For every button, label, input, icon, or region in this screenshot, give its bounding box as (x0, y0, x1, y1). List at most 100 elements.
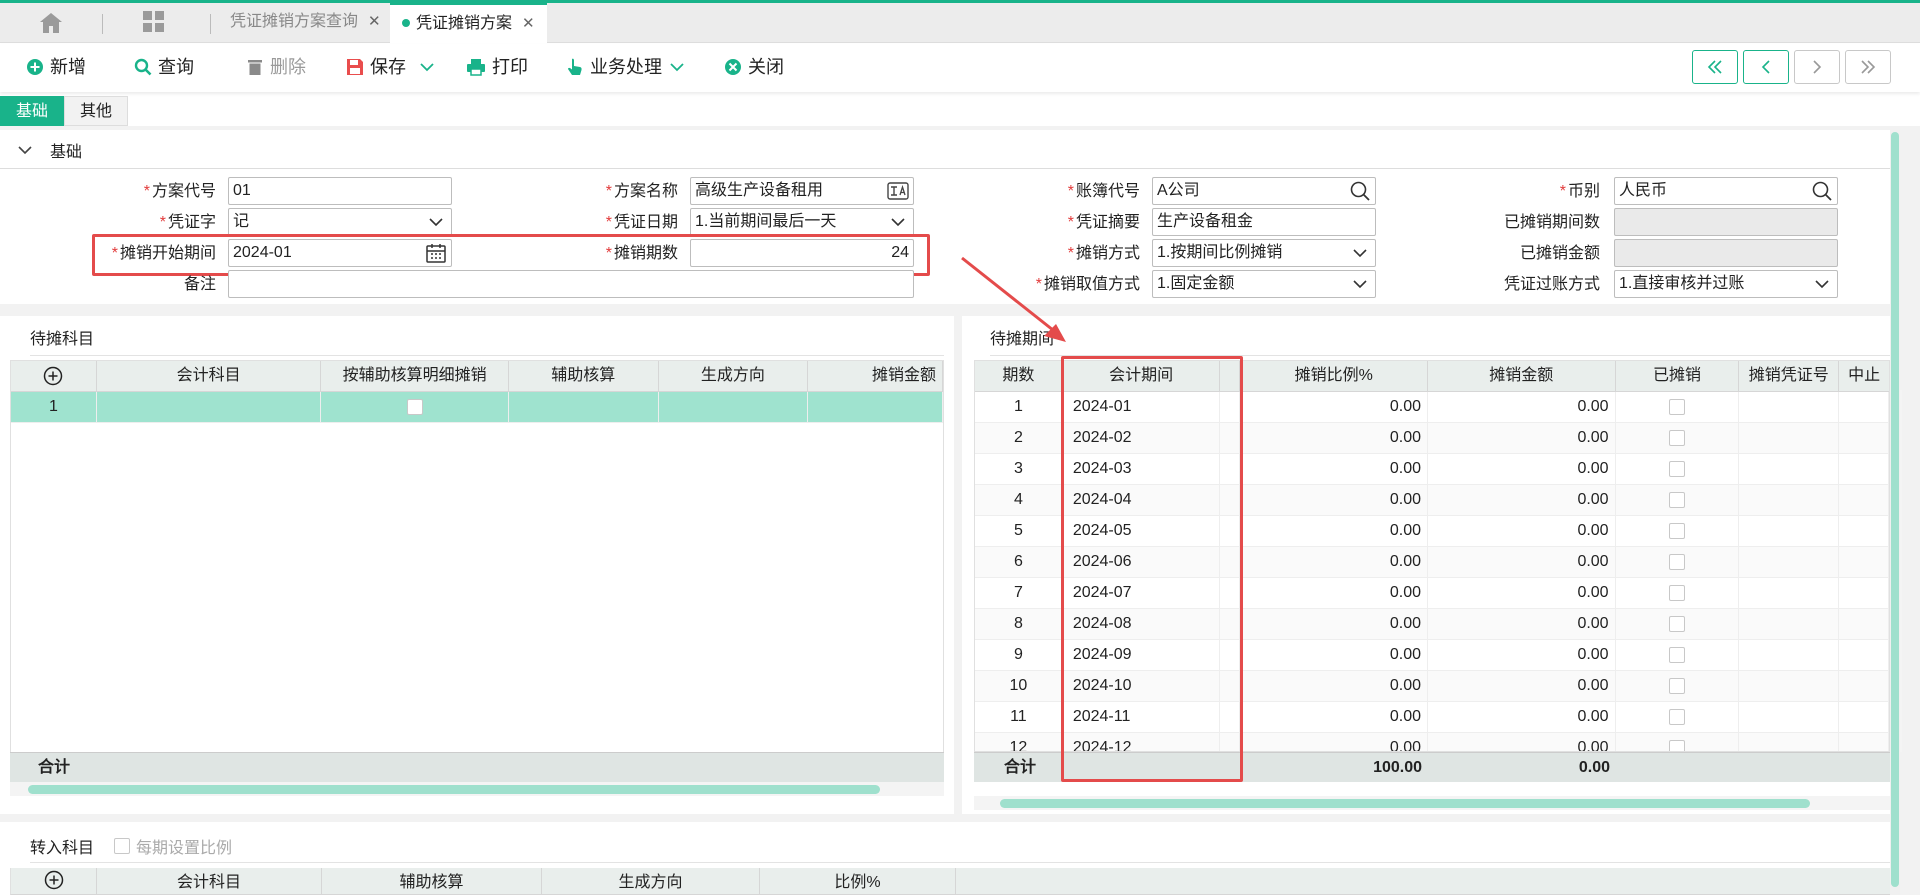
delete-button[interactable]: 删除 (246, 53, 306, 81)
ratio-cell[interactable]: 0.00 (1240, 733, 1429, 751)
amortized-cell[interactable] (1616, 733, 1740, 751)
aux-detail-cell[interactable] (321, 392, 509, 422)
ratio-cell[interactable]: 0.00 (1240, 454, 1429, 484)
voucher-summary-input[interactable]: 生产设备租金 (1152, 208, 1376, 236)
checkbox[interactable] (1668, 646, 1685, 663)
checkbox[interactable] (1668, 677, 1685, 694)
scheme-name-input[interactable]: 高级生产设备租用 (690, 177, 914, 205)
amount-cell[interactable]: 0.00 (1428, 640, 1616, 670)
col-aux[interactable]: 辅助核算 (322, 868, 542, 895)
col-amortized[interactable]: 已摊销 (1616, 361, 1740, 391)
add-row-button[interactable] (11, 361, 97, 391)
amount-cell[interactable]: 0.00 (1428, 485, 1616, 515)
scrollbar-thumb[interactable] (1891, 132, 1899, 887)
checkbox[interactable] (1668, 522, 1685, 539)
calendar-icon[interactable] (425, 242, 447, 264)
amortized-cell[interactable] (1616, 640, 1740, 670)
chevron-down-icon[interactable] (670, 62, 684, 72)
ratio-cell[interactable]: 0.00 (1240, 609, 1429, 639)
period-count-input[interactable]: 24 (690, 239, 914, 267)
add-row-button[interactable] (11, 868, 97, 895)
amortized-cell[interactable] (1616, 609, 1740, 639)
checkbox[interactable] (1668, 553, 1685, 570)
suspend-cell[interactable] (1839, 547, 1889, 577)
amortized-cell[interactable] (1616, 671, 1740, 701)
ratio-cell[interactable]: 0.00 (1240, 392, 1429, 422)
ratio-cell[interactable]: 0.00 (1240, 671, 1429, 701)
checkbox[interactable] (1668, 708, 1685, 725)
close-button[interactable]: 关闭 (724, 53, 784, 81)
col-aux-detail[interactable]: 按辅助核算明细摊销 (321, 361, 509, 391)
amount-cell[interactable]: 0.00 (1428, 547, 1616, 577)
amount-cell[interactable]: 0.00 (1428, 578, 1616, 608)
last-record-button[interactable] (1845, 50, 1891, 84)
ratio-cell[interactable]: 0.00 (1240, 640, 1429, 670)
amortized-cell[interactable] (1616, 578, 1740, 608)
close-icon[interactable]: ✕ (368, 13, 381, 30)
checkbox[interactable] (1668, 429, 1685, 446)
home-icon[interactable] (38, 12, 64, 34)
suspend-cell[interactable] (1839, 392, 1889, 422)
checkbox[interactable] (1668, 584, 1685, 601)
start-period-input[interactable]: 2024-01 (228, 239, 452, 267)
col-account[interactable]: 会计科目 (97, 361, 322, 391)
suspend-cell[interactable] (1839, 485, 1889, 515)
scrollbar-thumb[interactable] (28, 785, 880, 794)
voucher-word-select[interactable]: 记 (228, 208, 452, 236)
suspend-cell[interactable] (1839, 640, 1889, 670)
search-icon[interactable] (1349, 180, 1371, 202)
amount-cell[interactable]: 0.00 (1428, 671, 1616, 701)
checkbox[interactable] (1668, 460, 1685, 477)
posting-method-select[interactable]: 1.直接审核并过账 (1614, 270, 1838, 298)
amortized-cell[interactable] (1616, 516, 1740, 546)
amortized-cell[interactable] (1616, 423, 1740, 453)
value-method-select[interactable]: 1.固定金额 (1152, 270, 1376, 298)
account-cell[interactable] (97, 392, 322, 422)
amount-cell[interactable]: 0.00 (1428, 702, 1616, 732)
col-voucher-no[interactable]: 摊销凭证号 (1739, 361, 1840, 391)
amortized-cell[interactable] (1616, 485, 1740, 515)
col-amount[interactable]: 摊销金额 (1428, 361, 1616, 391)
close-icon[interactable]: ✕ (522, 15, 535, 32)
col-ratio[interactable]: 摊销比例% (1240, 361, 1429, 391)
checkbox[interactable] (1668, 615, 1685, 632)
direction-cell[interactable] (659, 392, 809, 422)
tab-voucher-scheme-query[interactable]: 凭证摊销方案查询 ✕ (218, 3, 393, 43)
amount-cell[interactable] (808, 392, 943, 422)
prev-record-button[interactable] (1743, 50, 1789, 84)
col-period-no[interactable]: 期数 (975, 361, 1063, 391)
amortized-cell[interactable] (1616, 454, 1740, 484)
search-icon[interactable] (1811, 180, 1833, 202)
suspend-cell[interactable] (1839, 423, 1889, 453)
col-direction[interactable]: 生成方向 (542, 868, 760, 895)
scheme-code-input[interactable]: 01 (228, 177, 452, 205)
aux-cell[interactable] (509, 392, 659, 422)
amount-cell[interactable]: 0.00 (1428, 733, 1616, 751)
amount-cell[interactable]: 0.00 (1428, 392, 1616, 422)
suspend-cell[interactable] (1839, 609, 1889, 639)
horizontal-scrollbar[interactable] (10, 782, 944, 796)
chevron-down-icon[interactable] (420, 62, 434, 72)
query-button[interactable]: 查询 (134, 53, 194, 81)
tab-voucher-scheme[interactable]: 凭证摊销方案 ✕ (390, 3, 547, 43)
amount-cell[interactable]: 0.00 (1428, 423, 1616, 453)
amount-cell[interactable]: 0.00 (1428, 454, 1616, 484)
save-button[interactable]: 保存 (346, 53, 434, 81)
col-amount[interactable]: 摊销金额 (808, 361, 943, 391)
subtab-basic[interactable]: 基础 (0, 96, 65, 126)
suspend-cell[interactable] (1839, 454, 1889, 484)
suspend-cell[interactable] (1839, 578, 1889, 608)
amortized-cell[interactable] (1616, 392, 1740, 422)
currency-input[interactable]: 人民币 (1614, 177, 1838, 205)
checkbox[interactable] (1668, 739, 1685, 751)
ratio-cell[interactable]: 0.00 (1240, 423, 1429, 453)
next-record-button[interactable] (1794, 50, 1840, 84)
remark-input[interactable] (228, 270, 914, 298)
per-period-ratio-option[interactable]: 每期设置比例 (114, 834, 232, 858)
method-select[interactable]: 1.按期间比例摊销 (1152, 239, 1376, 267)
suspend-cell[interactable] (1839, 702, 1889, 732)
ratio-cell[interactable]: 0.00 (1240, 702, 1429, 732)
col-suspend[interactable]: 中止 (1839, 361, 1889, 391)
amount-cell[interactable]: 0.00 (1428, 609, 1616, 639)
first-record-button[interactable] (1692, 50, 1738, 84)
